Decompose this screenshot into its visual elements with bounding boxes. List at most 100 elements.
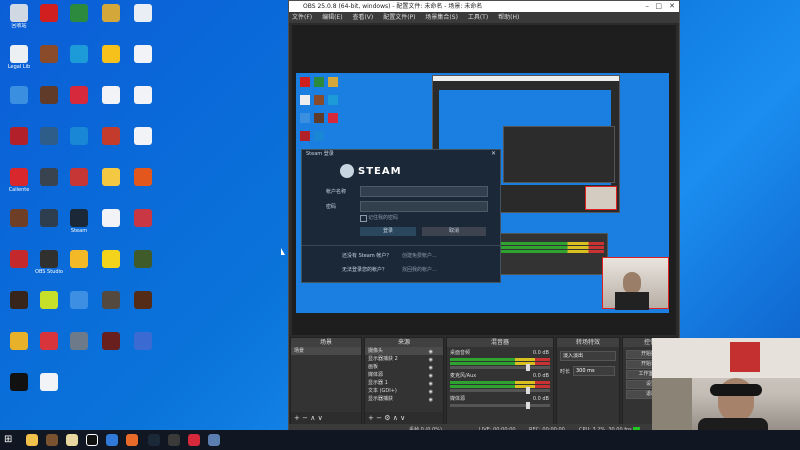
taskbar-app-icon[interactable] (126, 434, 138, 446)
login-button[interactable]: 登录 (360, 227, 416, 236)
remove-scene-icon[interactable]: − (302, 414, 308, 422)
taskbar-app-icon[interactable] (46, 434, 58, 446)
file-explorer-icon[interactable] (26, 434, 38, 446)
menu-profile[interactable]: 配置文件(P) (383, 14, 415, 21)
desktop-icon[interactable]: OBS Studio (34, 250, 64, 284)
steam-close-icon[interactable]: ✕ (491, 150, 496, 157)
desktop-icon[interactable] (4, 332, 34, 366)
menu-tools[interactable]: 工具(T) (468, 14, 488, 21)
desktop-icon[interactable] (128, 86, 158, 120)
menu-view[interactable]: 查看(V) (352, 14, 373, 21)
desktop-icon[interactable] (96, 250, 126, 284)
desktop-icon[interactable] (34, 209, 64, 243)
steam-icon[interactable] (148, 434, 160, 446)
browser-icon[interactable] (106, 434, 118, 446)
source-item[interactable]: 显示器 1 ◉ (365, 379, 443, 387)
desktop-icon[interactable]: Steam (64, 209, 94, 243)
desktop-icon[interactable] (64, 332, 94, 366)
desktop-icon[interactable] (34, 4, 64, 38)
source-up-icon[interactable]: ∧ (393, 414, 398, 422)
taskbar-app-icon[interactable] (66, 434, 78, 446)
gear-icon[interactable]: ⚙ (384, 414, 390, 422)
scene-up-icon[interactable]: ∧ (310, 414, 315, 422)
desktop-icon[interactable] (96, 332, 126, 366)
desktop-icon[interactable] (128, 168, 158, 202)
retrieve-account-link[interactable]: 找回我的帐户... (402, 266, 437, 273)
add-scene-icon[interactable]: + (294, 414, 300, 422)
desktop-icon[interactable] (128, 4, 158, 38)
desktop-icon[interactable] (34, 168, 64, 202)
desktop-icon[interactable]: Caliente (4, 168, 34, 202)
menu-scene-collection[interactable]: 场景集合(S) (425, 14, 458, 21)
desktop-icon[interactable] (96, 127, 126, 161)
duration-input[interactable]: 300 ms (573, 366, 615, 376)
desktop-icon[interactable] (64, 45, 94, 79)
desktop-icon[interactable] (128, 250, 158, 284)
account-field[interactable] (360, 186, 488, 197)
volume-slider[interactable] (450, 387, 550, 394)
eye-icon[interactable]: ◉ (429, 396, 433, 404)
desktop-icon[interactable] (34, 373, 64, 407)
desktop-icon[interactable] (96, 86, 126, 120)
source-item[interactable]: 显示器捕获 ◉ (365, 395, 443, 403)
desktop-icon[interactable] (64, 86, 94, 120)
volume-slider[interactable] (450, 402, 550, 409)
volume-slider[interactable] (450, 364, 550, 371)
desktop-icon[interactable]: 回收站 (4, 4, 34, 38)
desktop-icon[interactable] (4, 250, 34, 284)
desktop-icon[interactable] (34, 45, 64, 79)
obs-icon[interactable] (168, 434, 180, 446)
source-item[interactable]: 显示器捕获 2 ◉ (365, 355, 443, 363)
desktop-icon[interactable] (128, 291, 158, 325)
add-source-icon[interactable]: + (368, 414, 374, 422)
desktop-icon[interactable] (64, 127, 94, 161)
desktop-icon[interactable] (128, 127, 158, 161)
desktop-icon[interactable] (34, 291, 64, 325)
obs-preview[interactable]: Steam 登录 ✕ STEAM 帐户名称 密码 记住我的密码 登录 取消 还没… (292, 25, 676, 335)
desktop-icon[interactable] (64, 4, 94, 38)
remove-source-icon[interactable]: − (376, 414, 382, 422)
desktop-icon[interactable] (4, 373, 34, 407)
desktop-icon[interactable] (96, 168, 126, 202)
desktop-icon[interactable] (4, 291, 34, 325)
desktop-icon[interactable] (64, 291, 94, 325)
qq-icon[interactable] (86, 434, 98, 446)
minimize-icon[interactable]: – (646, 1, 650, 12)
scene-item[interactable]: 场景 (291, 347, 361, 355)
source-down-icon[interactable]: ∨ (400, 414, 405, 422)
taskbar-app-icon[interactable] (208, 434, 220, 446)
transition-select[interactable]: 淡入淡出 (560, 351, 616, 361)
source-item[interactable]: 媒体源 ◉ (365, 371, 443, 379)
desktop-icon[interactable] (34, 127, 64, 161)
desktop-icon[interactable] (34, 86, 64, 120)
desktop-icon[interactable] (96, 291, 126, 325)
desktop-icon[interactable] (64, 168, 94, 202)
desktop-icon[interactable] (96, 4, 126, 38)
maximize-icon[interactable]: □ (655, 1, 662, 12)
desktop-icon[interactable] (128, 45, 158, 79)
desktop-icon[interactable] (128, 209, 158, 243)
source-item[interactable]: 文本 (GDI+) ◉ (365, 387, 443, 395)
remember-checkbox[interactable] (360, 215, 367, 222)
menu-help[interactable]: 帮助(H) (498, 14, 519, 21)
desktop-icon[interactable] (4, 127, 34, 161)
desktop-icon[interactable] (4, 86, 34, 120)
desktop-icon[interactable]: Legal Lib (4, 45, 34, 79)
menu-file[interactable]: 文件(F) (292, 14, 312, 21)
desktop-icon[interactable] (96, 45, 126, 79)
desktop-icon[interactable] (34, 332, 64, 366)
close-icon[interactable]: ✕ (669, 1, 675, 12)
netease-music-icon[interactable] (188, 434, 200, 446)
start-button-icon[interactable]: ⊞ (4, 434, 16, 446)
desktop-icon[interactable] (96, 209, 126, 243)
desktop-icon[interactable] (64, 250, 94, 284)
source-item[interactable]: 画板 ◉ (365, 363, 443, 371)
password-field[interactable] (360, 201, 488, 212)
webcam-source-selected[interactable] (602, 257, 669, 310)
cancel-button[interactable]: 取消 (422, 227, 486, 236)
scene-down-icon[interactable]: ∨ (318, 414, 323, 422)
menu-edit[interactable]: 编辑(E) (322, 14, 342, 21)
source-item[interactable]: 摄像头 ◉ (365, 347, 443, 355)
desktop-icon[interactable] (4, 209, 34, 243)
create-account-link[interactable]: 创建免费帐户... (402, 252, 437, 259)
